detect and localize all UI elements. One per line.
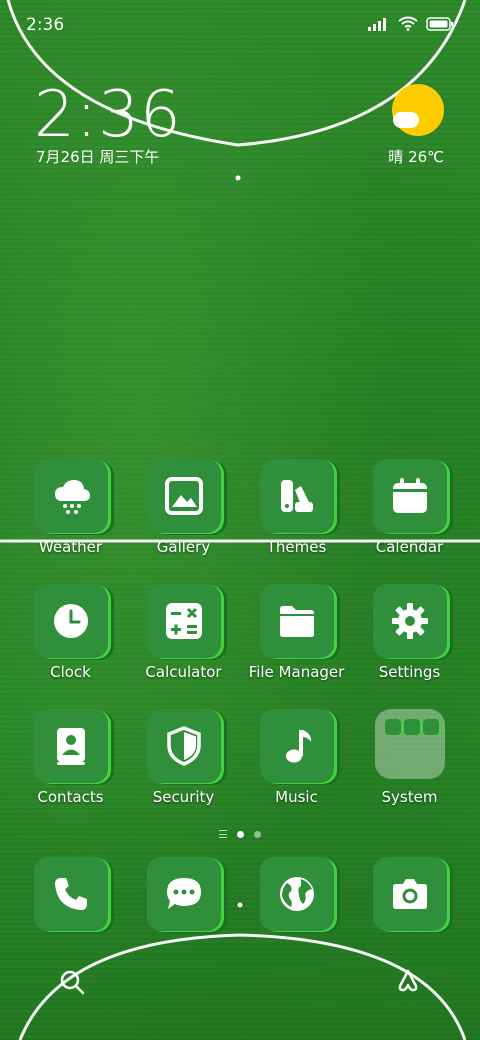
app-label: Themes <box>266 538 327 556</box>
app-security[interactable]: Security <box>127 709 240 806</box>
app-label: File Manager <box>248 663 345 681</box>
app-tile[interactable] <box>33 584 108 658</box>
themes-icon <box>280 480 313 512</box>
app-tile[interactable] <box>259 584 334 658</box>
app-tile[interactable] <box>146 459 221 533</box>
app-tile[interactable] <box>372 584 447 658</box>
dock-camera[interactable] <box>353 857 466 931</box>
search-icon[interactable] <box>58 968 86 996</box>
broadcast-icon <box>403 719 420 735</box>
app-tile[interactable] <box>146 709 221 783</box>
app-tile[interactable] <box>33 709 108 783</box>
app-themes[interactable]: Themes <box>240 459 353 556</box>
calendar-icon <box>392 478 427 513</box>
app-label: Settings <box>378 663 441 681</box>
app-calendar[interactable]: Calendar <box>353 459 466 556</box>
page-dot <box>254 830 261 838</box>
clock-icon <box>53 604 88 638</box>
clock-widget-date: 7月26日 周三下午 <box>36 148 160 166</box>
status-bar: 2:36 <box>0 0 480 48</box>
app-label: System <box>381 788 438 806</box>
app-label: Security <box>152 788 215 806</box>
weather-widget-text[interactable]: 晴 26℃ <box>388 146 444 167</box>
folder-icon <box>279 606 314 637</box>
cloud-icon <box>393 112 419 128</box>
app-folder-system[interactable]: System <box>353 709 466 806</box>
app-contacts[interactable]: Contacts <box>14 709 127 806</box>
app-label: Contacts <box>37 788 104 806</box>
signal-icon <box>368 17 386 31</box>
app-file-manager[interactable]: File Manager <box>240 584 353 681</box>
globe-icon <box>279 877 314 911</box>
page-list-icon <box>219 830 227 838</box>
gear-icon <box>391 603 428 639</box>
camera-icon <box>392 879 427 909</box>
app-label: Music <box>275 788 318 806</box>
sun-icon[interactable] <box>392 84 444 136</box>
dock-messages[interactable] <box>127 857 240 931</box>
dock-browser[interactable] <box>240 857 353 931</box>
cloud-snow-icon <box>54 480 90 514</box>
app-tile[interactable] <box>372 857 447 931</box>
app-label: Calendar <box>375 538 444 556</box>
phone-icon <box>54 878 87 910</box>
app-music[interactable]: Music <box>240 709 353 806</box>
music-note-icon <box>285 730 311 763</box>
folder-group-icon[interactable] <box>374 709 445 779</box>
app-label: Clock <box>50 663 91 681</box>
image-icon <box>164 477 203 515</box>
app-clock[interactable]: Clock <box>14 584 127 681</box>
page-indicator[interactable] <box>0 830 480 838</box>
app-tile[interactable] <box>259 459 334 533</box>
app-label: Calculator <box>145 663 222 681</box>
app-tile[interactable] <box>146 857 221 931</box>
app-tile[interactable] <box>33 857 108 931</box>
app-tile[interactable] <box>259 709 334 783</box>
app-weather[interactable]: Weather <box>14 459 127 556</box>
status-time: 2:36 <box>26 15 65 35</box>
wifi-icon <box>398 16 418 31</box>
app-tile[interactable] <box>33 459 108 533</box>
app-label: Weather <box>38 538 103 556</box>
download-icon <box>384 719 401 735</box>
battery-icon <box>426 16 453 31</box>
app-tile[interactable] <box>146 584 221 658</box>
app-gallery[interactable]: Gallery <box>127 459 240 556</box>
app-settings[interactable]: Settings <box>353 584 466 681</box>
chat-icon <box>166 878 201 909</box>
contacts-icon <box>56 728 85 765</box>
shield-icon <box>166 726 201 766</box>
clock-widget-time[interactable]: 2:36 <box>34 78 182 152</box>
recorder-icon <box>422 719 439 735</box>
app-label: Gallery <box>156 538 211 556</box>
page-dot-active <box>237 830 244 838</box>
app-tile[interactable] <box>259 857 334 931</box>
dock-phone[interactable] <box>14 857 127 931</box>
app-tile[interactable] <box>372 459 447 533</box>
assistant-icon[interactable] <box>394 968 422 996</box>
app-calculator[interactable]: Calculator <box>127 584 240 681</box>
calculator-icon <box>165 603 202 639</box>
